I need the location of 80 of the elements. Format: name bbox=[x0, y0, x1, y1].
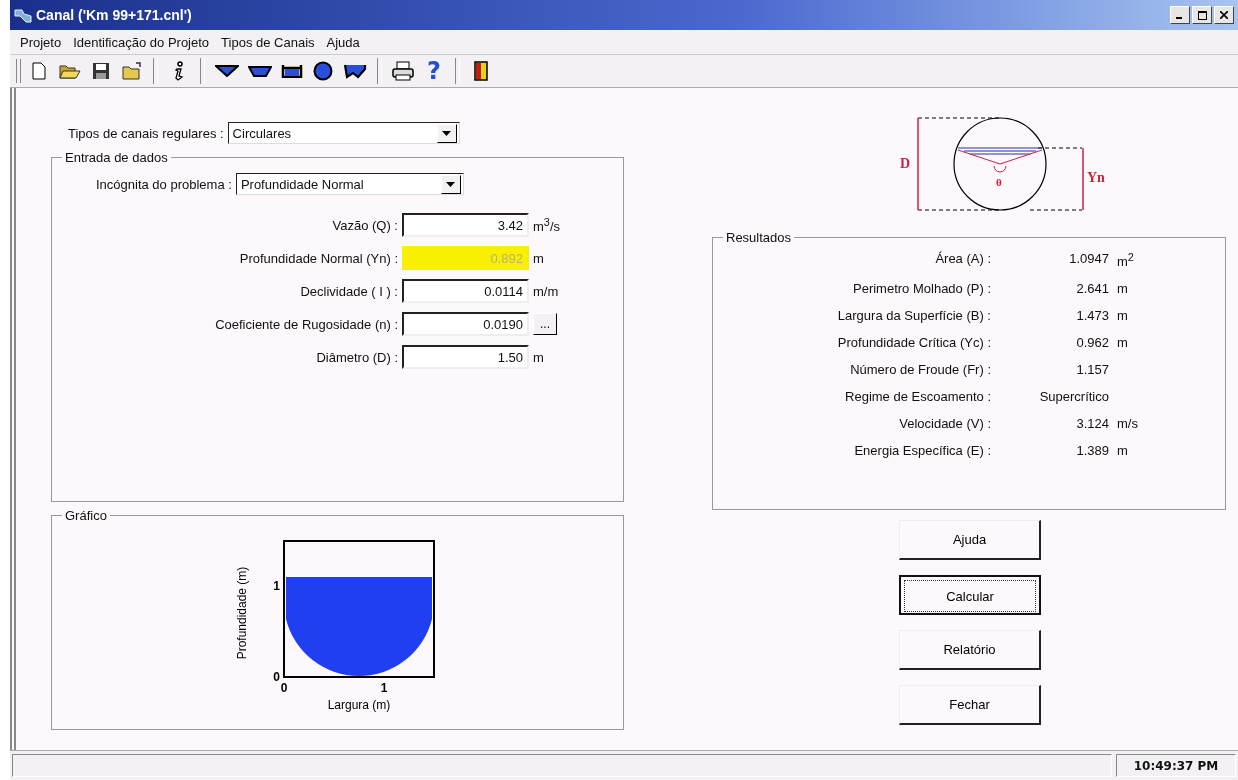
info-icon bbox=[173, 61, 185, 81]
rectangle-channel-icon bbox=[281, 64, 303, 78]
input-field[interactable]: 1.50 bbox=[402, 345, 529, 369]
group-title: Resultados bbox=[725, 230, 793, 245]
unit-label: m bbox=[533, 250, 544, 266]
minimize-button[interactable] bbox=[1170, 6, 1190, 24]
unknown-dropdown[interactable]: Profundidade Normal bbox=[235, 173, 464, 195]
field-label: Declividade ( I ) : bbox=[299, 283, 398, 299]
menu-item[interactable]: Projeto bbox=[20, 34, 62, 50]
maximize-button[interactable] bbox=[1192, 6, 1212, 24]
result-value: 1.157 bbox=[1075, 362, 1109, 378]
result-value: 3.124 bbox=[1075, 416, 1109, 432]
close-button[interactable] bbox=[1214, 6, 1234, 24]
menu-item[interactable]: Ajuda bbox=[326, 34, 360, 50]
field-label: Diâmetro (D) : bbox=[315, 349, 398, 365]
result-value: 0.962 bbox=[1075, 335, 1109, 351]
channel-type-label: Tipos de canais regulares : bbox=[68, 125, 224, 141]
unit-label: m bbox=[533, 349, 544, 365]
menu-item[interactable]: Tipos de Canais bbox=[221, 34, 315, 50]
tick-label: 0 bbox=[280, 681, 288, 695]
help-button[interactable]: ? bbox=[421, 57, 447, 85]
unknown-label: Incógnita do problema : bbox=[96, 176, 232, 192]
depth-label: Yn bbox=[1087, 170, 1105, 185]
unit-label: m/m bbox=[533, 283, 559, 299]
dialog-button[interactable]: Relatório bbox=[899, 630, 1041, 670]
tick-label: 0 bbox=[273, 670, 280, 684]
result-label: Velocidade (V) : bbox=[898, 416, 991, 432]
unit-label: m$^{3}$/s bbox=[533, 219, 560, 235]
result-value: 1.473 bbox=[1075, 308, 1109, 324]
result-label: Profundidade Crítica (Yc) : bbox=[836, 335, 991, 351]
unit-label: m bbox=[1117, 443, 1128, 459]
channel-app-icon bbox=[14, 7, 32, 23]
open-folder-icon bbox=[59, 63, 81, 79]
result-label: Largura da Superfície (B) : bbox=[836, 308, 991, 324]
group-title: Entrada de dados bbox=[64, 150, 169, 165]
tick-label: 1 bbox=[380, 681, 388, 695]
unit-label: m bbox=[1117, 308, 1128, 324]
result-label: Energia Específica (E) : bbox=[853, 443, 991, 459]
unit-label: m bbox=[1117, 281, 1128, 297]
menu-item[interactable]: Identificação do Projeto bbox=[73, 34, 210, 50]
result-label: Regime de Escoamento : bbox=[844, 389, 991, 405]
dialog-button[interactable]: Calcular bbox=[899, 575, 1041, 615]
result-value: 1.0947 bbox=[1068, 251, 1109, 268]
unit-label: m/s bbox=[1117, 416, 1138, 432]
result-value: 1.389 bbox=[1075, 443, 1109, 459]
result-value: Supercrítico bbox=[1038, 389, 1109, 405]
tick-label: 1 bbox=[273, 579, 280, 594]
unit-label: m$^{2}$ bbox=[1117, 254, 1134, 270]
maximize-icon bbox=[1197, 10, 1207, 20]
unit-label: m bbox=[1117, 335, 1128, 351]
dialog-button[interactable]: Fechar bbox=[899, 685, 1041, 725]
result-label: Perimetro Molhado (P) : bbox=[852, 281, 991, 297]
channel-type-dropdown[interactable]: Circulares bbox=[227, 122, 460, 144]
result-label: Número de Froude (Fr) : bbox=[849, 362, 991, 378]
axis-title: Profundidade (m) bbox=[235, 566, 249, 660]
group-title: Gráfico bbox=[64, 508, 108, 523]
status-time: 10:49:37 PM bbox=[1116, 754, 1236, 777]
irregular-channel-icon bbox=[343, 63, 367, 79]
field-label: Profundidade Normal (Yn) : bbox=[238, 250, 398, 266]
circle-channel-icon bbox=[313, 61, 333, 81]
input-field[interactable]: 0.0190 bbox=[402, 312, 529, 336]
dialog-button[interactable]: Ajuda bbox=[899, 520, 1041, 560]
angle-label: θ bbox=[996, 176, 1002, 188]
field-label: Coeficiente de Rugosidade (n) : bbox=[214, 316, 398, 332]
trapezoid-channel-icon bbox=[248, 65, 272, 77]
browse-button[interactable]: ... bbox=[533, 313, 557, 335]
triangle-channel-icon bbox=[215, 65, 239, 77]
input-field[interactable]: 3.42 bbox=[402, 213, 529, 237]
folder-icon bbox=[122, 62, 142, 80]
result-label: Área (A) : bbox=[934, 251, 991, 268]
field-label: Vazão (Q) : bbox=[331, 217, 398, 233]
blank-page-icon bbox=[32, 62, 46, 80]
diameter-label: D bbox=[900, 156, 911, 171]
result-value: 2.641 bbox=[1075, 281, 1109, 297]
axis-title: Largura (m) bbox=[327, 698, 391, 712]
door-icon bbox=[474, 61, 488, 81]
window-title: Canal ('Km 99+171.cnl') bbox=[36, 7, 193, 23]
printer-icon bbox=[392, 61, 414, 81]
input-field[interactable]: 0.0114 bbox=[402, 279, 529, 303]
close-icon bbox=[1220, 11, 1228, 19]
